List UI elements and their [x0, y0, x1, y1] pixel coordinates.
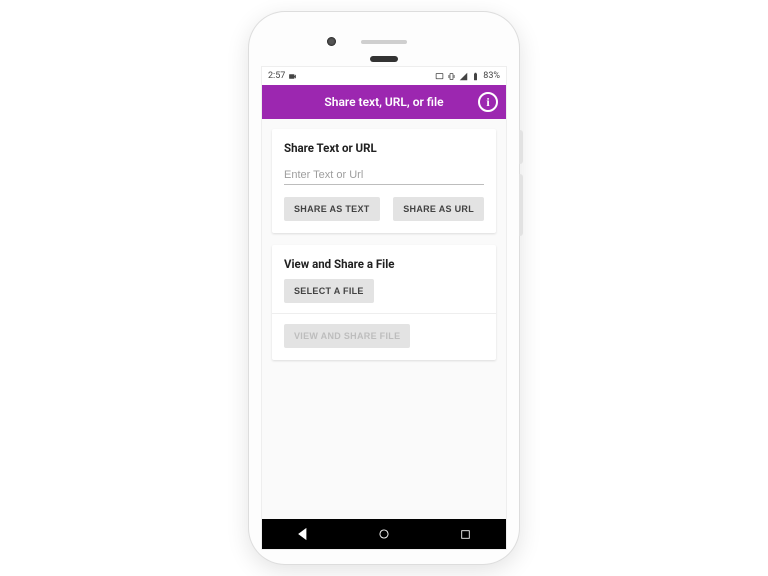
share-text-button-row: SHARE AS TEXT SHARE AS URL — [284, 197, 484, 221]
info-icon: i — [486, 95, 489, 110]
share-text-card: Share Text or URL SHARE AS TEXT SHARE AS… — [272, 129, 496, 233]
earpiece — [370, 56, 398, 62]
status-battery-pct: 83% — [483, 71, 500, 81]
nav-recent-icon[interactable] — [459, 528, 472, 541]
share-text-card-title: Share Text or URL — [284, 141, 484, 155]
page-title: Share text, URL, or file — [324, 95, 443, 109]
share-text-input[interactable] — [284, 165, 484, 185]
cast-icon — [435, 72, 444, 81]
battery-icon — [471, 72, 480, 81]
navigation-bar — [262, 519, 506, 549]
select-file-button[interactable]: SELECT A FILE — [284, 279, 374, 303]
share-file-card-title: View and Share a File — [284, 257, 484, 271]
share-as-url-button[interactable]: SHARE AS URL — [393, 197, 484, 221]
videocam-icon — [288, 72, 297, 81]
screen: 2:57 83% Share text, URL, or file i Shar… — [261, 66, 507, 550]
signal-icon — [459, 72, 468, 81]
status-bar: 2:57 83% — [262, 67, 506, 85]
share-file-card: View and Share a File SELECT A FILE VIEW… — [272, 245, 496, 360]
side-button-volume — [519, 174, 523, 236]
nav-home-icon[interactable] — [377, 527, 391, 541]
status-time: 2:57 — [268, 71, 285, 81]
card-divider — [272, 313, 496, 314]
front-camera — [327, 37, 336, 46]
phone-frame: 2:57 83% Share text, URL, or file i Shar… — [249, 12, 519, 564]
share-as-text-button[interactable]: SHARE AS TEXT — [284, 197, 380, 221]
app-bar: Share text, URL, or file i — [262, 85, 506, 119]
content-area: Share Text or URL SHARE AS TEXT SHARE AS… — [262, 119, 506, 519]
vibrate-icon — [447, 72, 456, 81]
view-share-file-button: VIEW AND SHARE FILE — [284, 324, 410, 348]
info-button[interactable]: i — [478, 92, 498, 112]
side-button-power — [519, 130, 523, 164]
nav-back-icon[interactable] — [296, 527, 310, 541]
